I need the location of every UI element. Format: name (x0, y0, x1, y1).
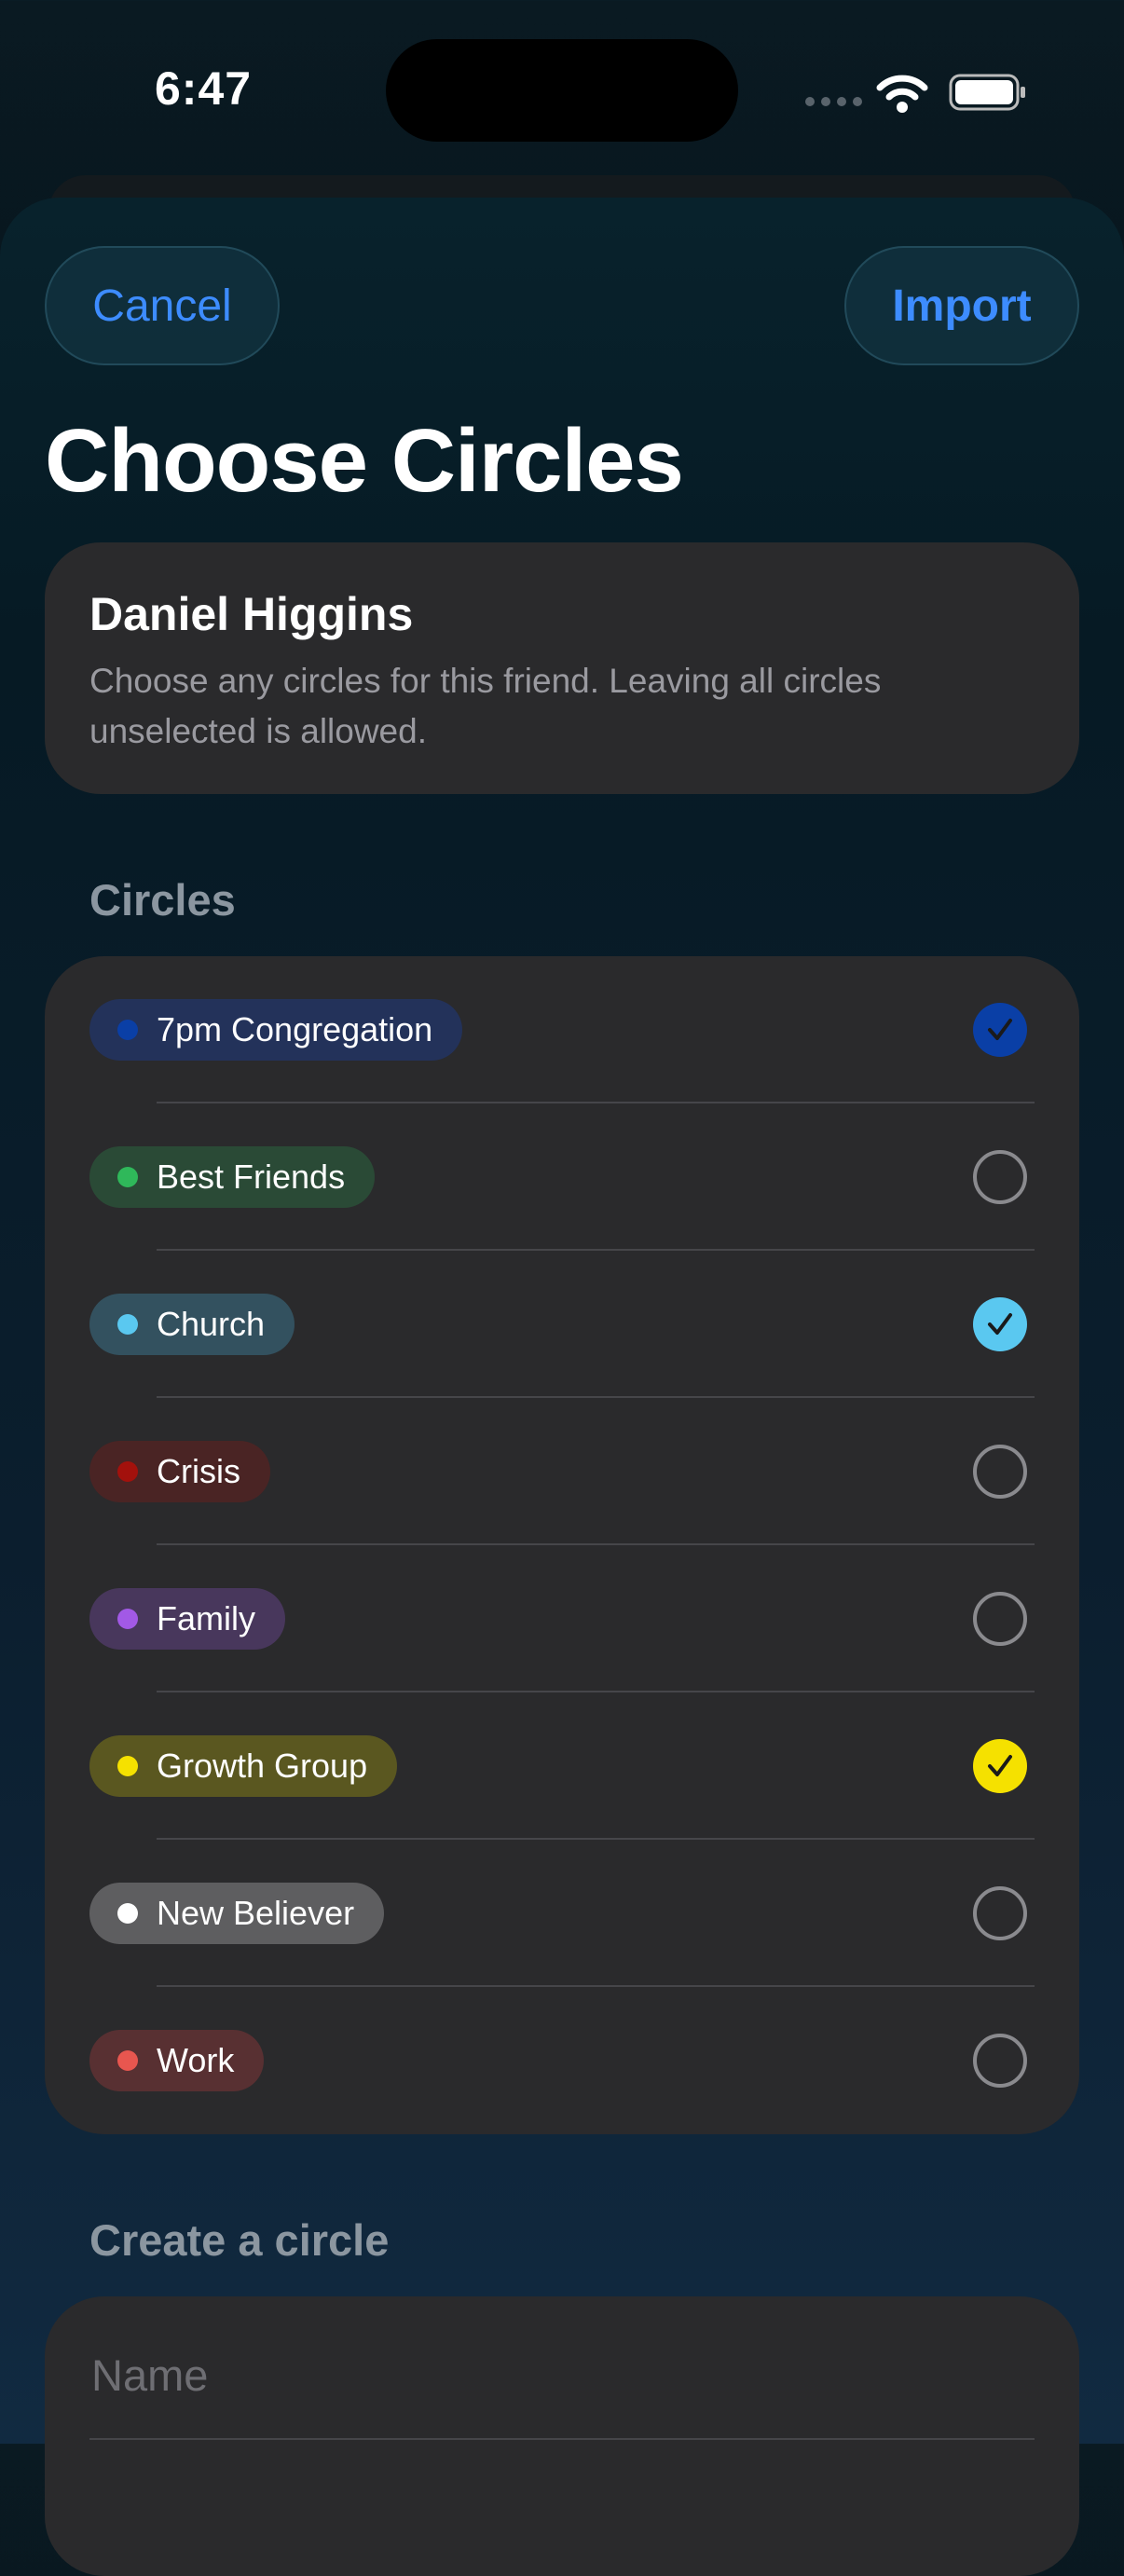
circle-color-dot-icon (117, 1314, 138, 1335)
circle-label: Crisis (157, 1452, 240, 1490)
checkmark-circle-icon[interactable] (973, 1739, 1027, 1793)
circle-color-dot-icon (117, 1609, 138, 1629)
cellular-signal-icon (805, 97, 862, 106)
friend-name: Daniel Higgins (89, 588, 414, 640)
circle-tag: Family (89, 1588, 285, 1650)
circle-color-dot-icon (117, 2050, 138, 2071)
circle-tag: Church (89, 1294, 295, 1355)
circles-section-label: Circles (89, 875, 236, 925)
circle-label: Family (157, 1599, 255, 1637)
dynamic-island (386, 39, 738, 142)
circle-label: Work (157, 2041, 235, 2079)
circle-color-dot-icon (117, 1020, 138, 1040)
circle-label: Church (157, 1305, 266, 1343)
empty-circle-icon[interactable] (973, 1150, 1027, 1204)
circle-color-dot-icon (117, 1756, 138, 1776)
empty-circle-icon[interactable] (973, 1886, 1027, 1940)
checkmark-circle-icon[interactable] (973, 1297, 1027, 1351)
circle-row[interactable]: Growth Group (45, 1692, 1079, 1840)
status-time: 6:47 (155, 62, 253, 115)
circle-name-input[interactable] (89, 2341, 1025, 2408)
circle-row[interactable]: Work (45, 1987, 1079, 2134)
empty-circle-icon[interactable] (973, 1592, 1027, 1646)
friend-description: Choose any circles for this friend. Leav… (89, 662, 882, 750)
circle-tag: Best Friends (89, 1146, 376, 1208)
empty-circle-icon[interactable] (973, 1445, 1027, 1499)
circle-label: 7pm Congregation (157, 1010, 433, 1048)
circle-color-dot-icon (117, 1461, 138, 1482)
create-circle-section-label: Create a circle (89, 2215, 390, 2265)
empty-circle-icon[interactable] (973, 2034, 1027, 2088)
circle-row[interactable]: 7pm Congregation (45, 956, 1079, 1103)
circle-label: New Believer (157, 1894, 355, 1932)
import-button[interactable]: Import (844, 246, 1079, 365)
circle-row[interactable]: New Believer (45, 1840, 1079, 1987)
checkmark-circle-icon[interactable] (973, 1003, 1027, 1057)
circle-row[interactable]: Church (45, 1251, 1079, 1398)
battery-icon (949, 74, 1025, 111)
circle-row[interactable]: Family (45, 1545, 1079, 1692)
circle-tag: New Believer (89, 1883, 385, 1944)
circle-label: Best Friends (157, 1158, 346, 1196)
circle-color-dot-icon (117, 1903, 138, 1924)
circle-row[interactable]: Best Friends (45, 1103, 1079, 1251)
circles-list: 7pm Congregation Best Friends Church Crisis… (45, 956, 1079, 2134)
circle-tag: Crisis (89, 1441, 270, 1502)
circle-tag: Growth Group (89, 1735, 398, 1797)
circle-tag: Work (89, 2030, 265, 2091)
friend-card: Daniel Higgins Choose any circles for th… (45, 542, 1079, 794)
circle-row[interactable]: Crisis (45, 1398, 1079, 1545)
circle-tag: 7pm Congregation (89, 999, 463, 1061)
divider (89, 2438, 1035, 2440)
create-circle-card (45, 2296, 1079, 2576)
circle-color-dot-icon (117, 1167, 138, 1187)
circle-label: Growth Group (157, 1747, 368, 1785)
wifi-icon (876, 75, 928, 113)
cancel-button[interactable]: Cancel (45, 246, 280, 365)
page-title: Choose Circles (45, 411, 684, 511)
